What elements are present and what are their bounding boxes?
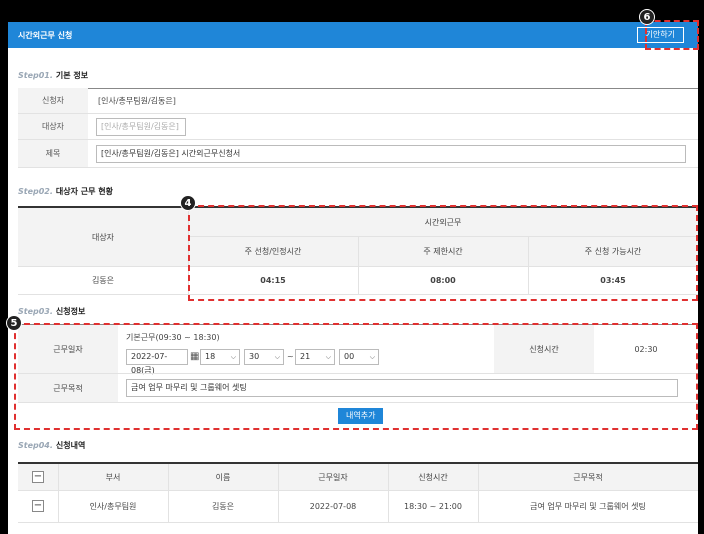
applicant-value: [인사/총무팀원/김동은]	[98, 96, 176, 105]
applicant-row: 신청자 [인사/총무팀원/김동은]	[18, 88, 698, 114]
subject-label: 제목	[18, 140, 88, 167]
col-target-header: 대상자	[18, 208, 188, 266]
col-time-header: 신청시간	[418, 472, 448, 482]
step3-number: Step03.	[18, 307, 53, 316]
step4-title: 신청내역	[55, 441, 86, 450]
divider	[58, 464, 59, 522]
row-dept: 인사/총무팀원	[89, 501, 137, 511]
highlight-box-6	[645, 20, 699, 50]
annotation-badge-5: 5	[6, 315, 22, 331]
row-name: 김동은	[211, 501, 235, 511]
subject-field[interactable]: [인사/총무팀원/김동은] 시간외근무신청서	[96, 145, 686, 163]
target-label: 대상자	[18, 114, 88, 139]
target-field[interactable]: [인사/총무팀원/김동은]	[96, 118, 186, 136]
step1-heading: Step01. 기본 정보	[18, 70, 88, 81]
page-title: 시간외근무 신청	[18, 31, 73, 40]
title-bar: 시간외근무 신청 기안하기	[8, 22, 698, 48]
step2-heading: Step02. 대상자 근무 현황	[18, 186, 113, 197]
step2-title: 대상자 근무 현황	[55, 187, 114, 196]
row-time: 18:30 ~ 21:00	[404, 501, 462, 511]
step4-heading: Step04. 신청내역	[18, 440, 85, 451]
highlight-box-5	[14, 323, 698, 430]
collapse-all-button[interactable]: −	[32, 471, 44, 483]
annotation-badge-6: 6	[639, 9, 655, 25]
step2-number: Step02.	[18, 187, 53, 196]
divider	[18, 522, 698, 523]
col-name-header: 이름	[215, 472, 231, 482]
col-dept-header: 부서	[105, 472, 121, 482]
step3-heading: Step03. 신청정보	[18, 306, 85, 317]
divider	[388, 464, 389, 522]
step3-title: 신청정보	[55, 307, 86, 316]
subject-row: 제목 [인사/총무팀원/김동은] 시간외근무신청서	[18, 140, 698, 168]
step1-number: Step01.	[18, 71, 53, 80]
col-date-header: 근무일자	[318, 472, 348, 482]
divider	[278, 464, 279, 522]
highlight-box-4	[188, 205, 698, 301]
row-purpose: 금여 업무 마무리 및 그룹웨어 셋팅	[530, 501, 646, 511]
applicant-label: 신청자	[18, 88, 88, 113]
step4-number: Step04.	[18, 441, 53, 450]
divider	[168, 464, 169, 522]
step1-title: 기본 정보	[55, 71, 89, 80]
target-row: 대상자 [인사/총무팀원/김동은]	[18, 114, 698, 140]
col-purpose-header: 근무목적	[573, 472, 603, 482]
status-name: 김동은	[91, 276, 115, 285]
annotation-badge-4: 4	[180, 195, 196, 211]
divider	[478, 464, 479, 522]
remove-row-button[interactable]: −	[32, 500, 44, 512]
row-date: 2022-07-08	[309, 501, 357, 511]
